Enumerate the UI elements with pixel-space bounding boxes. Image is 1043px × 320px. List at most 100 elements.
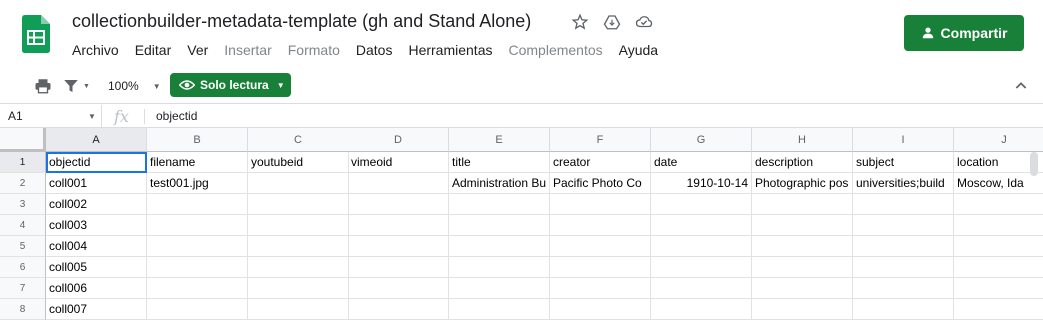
column-header[interactable]: C — [248, 128, 349, 152]
menu-archivo[interactable]: Archivo — [64, 40, 127, 60]
menu-ayuda[interactable]: Ayuda — [611, 40, 666, 60]
collapse-chevron-up-icon[interactable] — [1013, 74, 1029, 98]
cell-j8[interactable] — [954, 299, 1043, 320]
cell-f2[interactable]: Pacific Photo Co — [550, 173, 651, 194]
name-box-dropdown-icon[interactable]: ▼ — [88, 105, 96, 128]
cell-c7[interactable] — [248, 278, 349, 299]
move-to-drive-icon[interactable] — [602, 12, 622, 32]
cell-d3[interactable] — [348, 194, 449, 215]
sheets-logo-icon[interactable] — [22, 15, 50, 53]
cell-e1[interactable]: title — [449, 152, 550, 173]
menu-editar[interactable]: Editar — [127, 40, 180, 60]
cell-d1[interactable]: vimeoid — [348, 152, 449, 173]
cell-c5[interactable] — [248, 236, 349, 257]
star-icon[interactable] — [570, 12, 590, 32]
cloud-saved-icon[interactable] — [634, 12, 654, 32]
cell-a2[interactable]: coll001 — [46, 173, 147, 194]
cell-g4[interactable] — [651, 215, 752, 236]
select-all-corner[interactable] — [0, 128, 46, 152]
cell-a3[interactable]: coll002 — [46, 194, 147, 215]
menu-datos[interactable]: Datos — [348, 40, 401, 60]
cell-i4[interactable] — [853, 215, 954, 236]
cell-f1[interactable]: creator — [550, 152, 651, 173]
share-button[interactable]: Compartir — [904, 15, 1024, 51]
cell-i7[interactable] — [853, 278, 954, 299]
cell-i8[interactable] — [853, 299, 954, 320]
cell-f7[interactable] — [550, 278, 651, 299]
cell-a8[interactable]: coll007 — [46, 299, 147, 320]
cell-e2[interactable]: Administration Bu — [449, 173, 550, 194]
cell-h8[interactable] — [752, 299, 853, 320]
cell-e7[interactable] — [449, 278, 550, 299]
cell-f8[interactable] — [550, 299, 651, 320]
cell-h7[interactable] — [752, 278, 853, 299]
cell-g3[interactable] — [651, 194, 752, 215]
cell-g5[interactable] — [651, 236, 752, 257]
cell-d8[interactable] — [348, 299, 449, 320]
cell-j4[interactable] — [954, 215, 1043, 236]
filter-icon[interactable]: ▼ — [62, 74, 90, 98]
column-header[interactable]: G — [651, 128, 752, 152]
row-header[interactable]: 7 — [0, 278, 46, 299]
column-header[interactable]: E — [449, 128, 550, 152]
cell-i3[interactable] — [853, 194, 954, 215]
cell-g1[interactable]: date — [651, 152, 752, 173]
cell-g7[interactable] — [651, 278, 752, 299]
cell-a5[interactable]: coll004 — [46, 236, 147, 257]
cell-j5[interactable] — [954, 236, 1043, 257]
formula-input[interactable]: objectid — [156, 105, 197, 128]
zoom-select[interactable]: 100% ▼ — [108, 74, 161, 98]
cell-b6[interactable] — [147, 257, 248, 278]
menu-insertar[interactable]: Insertar — [216, 40, 279, 60]
cell-h3[interactable] — [752, 194, 853, 215]
cell-d2[interactable] — [348, 173, 449, 194]
cell-i6[interactable] — [853, 257, 954, 278]
column-header[interactable]: B — [147, 128, 248, 152]
column-header[interactable]: A — [46, 128, 147, 152]
cell-b2[interactable]: test001.jpg — [147, 173, 248, 194]
cell-c3[interactable] — [248, 194, 349, 215]
cell-j2[interactable]: Moscow, Ida — [954, 173, 1043, 194]
column-header[interactable]: H — [752, 128, 853, 152]
column-header[interactable]: D — [348, 128, 449, 152]
row-header[interactable]: 3 — [0, 194, 46, 215]
cell-b7[interactable] — [147, 278, 248, 299]
cell-b3[interactable] — [147, 194, 248, 215]
cell-d4[interactable] — [348, 215, 449, 236]
cell-a4[interactable]: coll003 — [46, 215, 147, 236]
cell-e8[interactable] — [449, 299, 550, 320]
cell-c8[interactable] — [248, 299, 349, 320]
cell-e5[interactable] — [449, 236, 550, 257]
row-header[interactable]: 8 — [0, 299, 46, 320]
menu-ver[interactable]: Ver — [179, 40, 216, 60]
cell-g8[interactable] — [651, 299, 752, 320]
cell-e4[interactable] — [449, 215, 550, 236]
cell-c4[interactable] — [248, 215, 349, 236]
cell-b1[interactable]: filename — [147, 152, 248, 173]
cell-d6[interactable] — [348, 257, 449, 278]
cell-b4[interactable] — [147, 215, 248, 236]
column-header[interactable]: F — [550, 128, 651, 152]
row-header[interactable]: 6 — [0, 257, 46, 278]
menu-herramientas[interactable]: Herramientas — [400, 40, 500, 60]
cell-h5[interactable] — [752, 236, 853, 257]
cell-c1[interactable]: youtubeid — [248, 152, 349, 173]
cell-i2[interactable]: universities;build — [853, 173, 954, 194]
column-header[interactable]: J — [954, 128, 1043, 152]
cell-b5[interactable] — [147, 236, 248, 257]
cell-d7[interactable] — [348, 278, 449, 299]
name-box[interactable]: A1 — [0, 105, 102, 128]
cell-a6[interactable]: coll005 — [46, 257, 147, 278]
row-header[interactable]: 2 — [0, 173, 46, 194]
cell-j6[interactable] — [954, 257, 1043, 278]
cell-a1[interactable]: objectid — [46, 152, 147, 173]
cell-g2[interactable]: 1910-10-14 — [651, 173, 752, 194]
cell-c2[interactable] — [248, 173, 349, 194]
cell-f4[interactable] — [550, 215, 651, 236]
cell-f5[interactable] — [550, 236, 651, 257]
cell-d5[interactable] — [348, 236, 449, 257]
cell-e6[interactable] — [449, 257, 550, 278]
cell-h4[interactable] — [752, 215, 853, 236]
document-title[interactable]: collectionbuilder-metadata-template (gh … — [72, 11, 531, 32]
cell-a7[interactable]: coll006 — [46, 278, 147, 299]
